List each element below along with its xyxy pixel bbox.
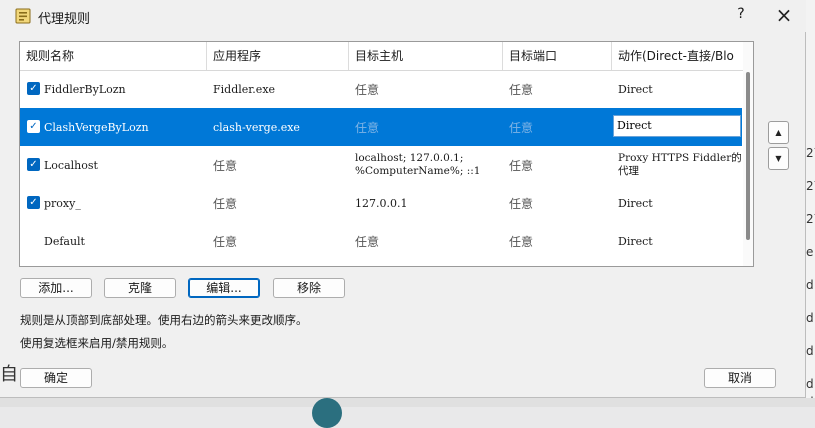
background-text: 27 [806, 179, 815, 193]
rule-host: 任意 [355, 82, 380, 97]
rule-app: 任意 [213, 196, 238, 211]
column-header-application[interactable]: 应用程序 [207, 42, 349, 70]
rule-host: 任意 [355, 234, 380, 249]
column-header-rule-name[interactable]: 规则名称 [20, 42, 207, 70]
window-title: 代理规则 [38, 12, 91, 27]
background-text: 27 [806, 212, 815, 226]
rule-action: Direct [618, 196, 653, 210]
rule-port: 任意 [509, 158, 534, 173]
rule-name: FiddlerByLozn [44, 82, 126, 96]
edit-button[interactable]: 编辑... [188, 278, 260, 298]
background-text: e [806, 245, 814, 259]
rule-name: ClashVergeByLozn [44, 120, 149, 134]
rule-port: 任意 [509, 196, 534, 211]
rule-row[interactable]: ✓ FiddlerByLozn Fiddler.exe 任意 任意 Direct [20, 70, 742, 108]
rule-app: 任意 [213, 158, 238, 173]
rule-row[interactable]: Default 任意 任意 任意 Direct [20, 222, 742, 260]
background-bottom-strip [0, 398, 815, 407]
action-edit-field[interactable]: Direct [613, 115, 741, 137]
rule-name: Localhost [44, 158, 98, 172]
rules-list[interactable]: 规则名称 应用程序 目标主机 目标端口 动作(Direct-直接/Blo ✓ F… [19, 41, 754, 267]
rule-name: proxy_ [44, 196, 81, 210]
order-hint-text: 规则是从顶部到底部处理。使用右边的箭头来更改顺序。 [20, 313, 308, 327]
close-button[interactable]: × [773, 4, 795, 26]
rule-host: 任意 [355, 120, 380, 135]
column-header-target-host[interactable]: 目标主机 [349, 42, 503, 70]
move-up-button[interactable]: ▲ [768, 121, 789, 144]
rule-host: 127.0.0.1 [355, 196, 408, 210]
rule-action: Direct [618, 234, 653, 248]
title-bar: 代理规则 ? × [0, 0, 806, 32]
app-icon [15, 8, 31, 24]
rule-action: Proxy HTTPS Fiddler的代理 [618, 152, 742, 177]
background-text: d [806, 377, 814, 391]
cancel-button[interactable]: 取消 [704, 368, 776, 388]
list-header: 规则名称 应用程序 目标主机 目标端口 动作(Direct-直接/Blo [20, 42, 753, 71]
rule-name: Default [44, 234, 85, 248]
proxy-rules-dialog: 代理规则 ? × 规则名称 应用程序 目标主机 目标端口 动作(Direct-直… [0, 0, 806, 398]
background-text: d [806, 311, 814, 325]
column-header-action[interactable]: 动作(Direct-直接/Blo [612, 42, 743, 70]
rule-app: Fiddler.exe [213, 82, 276, 96]
background-text: 27 [806, 146, 815, 160]
vertical-scrollbar[interactable] [743, 42, 753, 266]
rule-row[interactable]: ✓ proxy_ 任意 127.0.0.1 任意 Direct [20, 184, 742, 222]
rule-host: localhost; 127.0.0.1; %ComputerName%; ::… [355, 152, 481, 177]
background-bottom-glyph: 自 [0, 364, 18, 385]
background-text: d [806, 344, 814, 358]
rule-row-selected[interactable]: ✓ ClashVergeByLozn clash-verge.exe 任意 任意… [20, 108, 742, 146]
scrollbar-thumb[interactable] [746, 72, 750, 240]
help-button[interactable]: ? [734, 6, 748, 22]
column-header-target-port[interactable]: 目标端口 [503, 42, 612, 70]
rule-port: 任意 [509, 82, 534, 97]
move-down-button[interactable]: ▼ [768, 147, 789, 170]
rule-port: 任意 [509, 234, 534, 249]
rule-row[interactable]: ✓ Localhost 任意 localhost; 127.0.0.1; %Co… [20, 146, 742, 184]
background-text: d [806, 278, 814, 292]
rule-app: clash-verge.exe [213, 120, 300, 134]
clone-button[interactable]: 克隆 [104, 278, 176, 298]
rule-port: 任意 [509, 120, 534, 135]
remove-button[interactable]: 移除 [273, 278, 345, 298]
add-button[interactable]: 添加... [20, 278, 92, 298]
background-avatar [312, 398, 342, 428]
rule-app: 任意 [213, 234, 238, 249]
rule-action: Direct [618, 82, 653, 96]
checkbox-hint-text: 使用复选框来启用/禁用规则。 [20, 336, 174, 350]
ok-button[interactable]: 确定 [20, 368, 92, 388]
